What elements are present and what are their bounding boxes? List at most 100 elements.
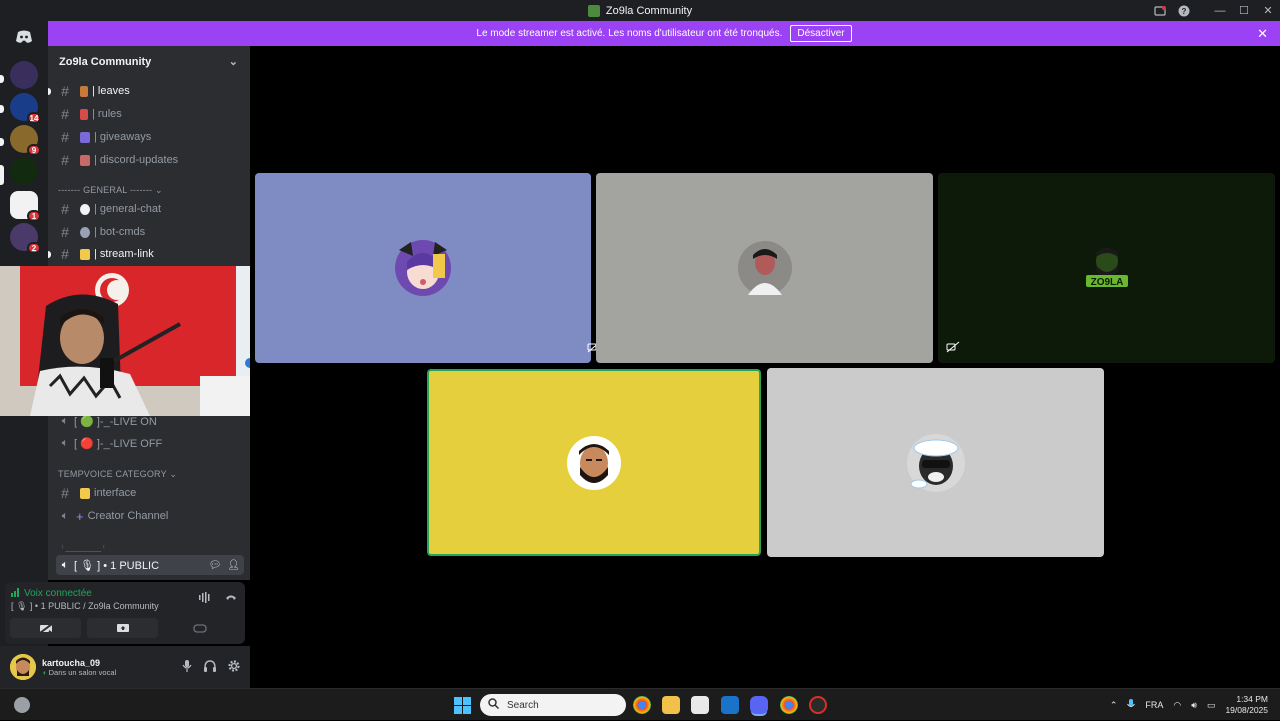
channel-leaves[interactable]: # | leaves bbox=[56, 81, 244, 101]
server-icon-2[interactable]: 14 bbox=[10, 93, 41, 124]
participant-tile-1[interactable] bbox=[255, 173, 601, 363]
channel-label: Creator Channel bbox=[87, 510, 169, 522]
language-indicator[interactable]: FRA bbox=[1145, 700, 1163, 710]
channel-emoji bbox=[80, 131, 90, 143]
participant-avatar: ZO9LA bbox=[1079, 241, 1134, 295]
volume-icon[interactable]: 🔊︎ bbox=[1191, 700, 1197, 711]
server-name: Zo9la Community bbox=[59, 55, 152, 68]
microphone-tray-icon[interactable] bbox=[1127, 698, 1136, 712]
mention-badge: 9 bbox=[27, 144, 41, 156]
category-general[interactable]: ------- GENERAL ------- ⌄ bbox=[58, 185, 163, 196]
channel-label: | leaves bbox=[92, 85, 130, 97]
server-header[interactable]: Zo9la Community ⌄ bbox=[48, 46, 250, 77]
channel-giveaways[interactable]: # | giveaways bbox=[56, 127, 244, 147]
speaker-icon: 🔈︎ bbox=[61, 414, 69, 427]
file-explorer-icon[interactable] bbox=[662, 696, 680, 714]
participant-avatar bbox=[395, 240, 451, 296]
plus-icon: + bbox=[76, 508, 84, 524]
channel-label: | discord-updates bbox=[94, 154, 179, 166]
voice-channel-path[interactable]: [ 🎙 ] • 1 PUBLIC / Zo9la Community bbox=[11, 601, 159, 612]
participant-tile-3[interactable]: ZO9LA bbox=[938, 173, 1275, 363]
deactivate-button[interactable]: Désactiver bbox=[790, 25, 852, 42]
chevron-up-icon[interactable]: ⌃ bbox=[1110, 700, 1118, 711]
mention-badge: 1 bbox=[27, 210, 41, 222]
chrome-icon[interactable] bbox=[633, 696, 651, 714]
server-icon-zo9la[interactable] bbox=[10, 157, 38, 185]
voice-connection-panel: Voix connectée [ 🎙 ] • 1 PUBLIC / Zo9la … bbox=[5, 582, 245, 644]
camera-off-button[interactable] bbox=[10, 618, 81, 638]
gear-icon[interactable] bbox=[228, 659, 240, 675]
channel-divider: ᵎ ________ ᵎ bbox=[62, 542, 105, 552]
discord-icon[interactable] bbox=[9, 26, 39, 48]
channel-general-chat[interactable]: # | general-chat bbox=[56, 199, 244, 219]
activity-button[interactable] bbox=[164, 618, 235, 638]
channel-rules[interactable]: # | rules bbox=[56, 104, 244, 124]
channel-bot-cmds[interactable]: # | bot-cmds bbox=[56, 222, 244, 242]
disconnect-icon[interactable] bbox=[225, 592, 237, 606]
server-icon-1[interactable] bbox=[10, 61, 38, 89]
chrome-profile-icon[interactable] bbox=[780, 696, 798, 714]
voice-status: Voix connectée bbox=[11, 587, 92, 600]
channel-label: | stream-link bbox=[94, 248, 154, 260]
server-icon-3[interactable]: 9 bbox=[10, 125, 41, 156]
video-off-icon bbox=[946, 341, 962, 355]
battery-icon[interactable]: ▭ bbox=[1207, 700, 1216, 711]
sparkles-icon bbox=[80, 248, 90, 260]
server-small-icon bbox=[587, 4, 600, 17]
channel-interface[interactable]: # interface bbox=[56, 483, 244, 503]
wifi-icon[interactable]: ◠ bbox=[1173, 700, 1181, 711]
unread-indicator bbox=[48, 88, 51, 95]
minimize-button[interactable]: — bbox=[1208, 0, 1232, 21]
headphones-icon[interactable] bbox=[204, 659, 216, 675]
chat-icon[interactable]: 💬︎ bbox=[209, 560, 222, 571]
voice-channel-live-off[interactable]: 🔈︎ [ 🔴 ]-_-LIVE OFF bbox=[56, 433, 244, 453]
screen-share-button[interactable] bbox=[87, 618, 158, 638]
maximize-button[interactable]: ☐ bbox=[1232, 0, 1256, 21]
close-icon[interactable]: ✕ bbox=[1257, 26, 1268, 42]
windows-start-icon[interactable] bbox=[454, 697, 471, 714]
chevron-down-icon[interactable]: ⌄ bbox=[229, 55, 238, 68]
channel-label: | rules bbox=[92, 108, 122, 120]
widgets-icon[interactable] bbox=[14, 697, 30, 713]
participant-tile-2[interactable] bbox=[596, 173, 933, 363]
svg-text:?: ? bbox=[1182, 7, 1187, 16]
sparkles-icon bbox=[80, 487, 90, 499]
clock[interactable]: 1:34 PM 19/08/2025 bbox=[1225, 694, 1268, 716]
channel-discord-updates[interactable]: # | discord-updates bbox=[56, 150, 244, 170]
participant-tile-4-speaking[interactable] bbox=[427, 369, 761, 556]
discord-taskbar-icon[interactable] bbox=[750, 696, 768, 714]
taskbar-search-input[interactable]: Search bbox=[480, 694, 626, 716]
inbox-icon[interactable] bbox=[1148, 0, 1172, 21]
hash-icon: # bbox=[61, 129, 69, 145]
hash-icon: # bbox=[61, 106, 69, 122]
clock-date: 19/08/2025 bbox=[1225, 705, 1268, 715]
channel-stream-link[interactable]: # | stream-link bbox=[56, 244, 244, 264]
speaker-icon: 🔈︎ bbox=[61, 509, 69, 522]
screen-share-icon bbox=[116, 623, 129, 632]
banner-text: Le mode streamer est activé. Les noms d'… bbox=[476, 28, 783, 39]
store-icon[interactable] bbox=[691, 696, 709, 714]
speaker-icon: 🔈︎ bbox=[61, 436, 69, 449]
camera-off-icon bbox=[38, 622, 53, 634]
channel-label: | giveaways bbox=[94, 131, 152, 143]
speech-bubble-icon bbox=[80, 203, 90, 215]
channel-emoji bbox=[80, 108, 88, 120]
category-tempvoice[interactable]: TEMPVOICE CATEGORY ⌄ bbox=[58, 469, 177, 480]
voice-status-label: Voix connectée bbox=[24, 588, 92, 599]
channel-label: | general-chat bbox=[94, 203, 162, 215]
voice-channel-public[interactable]: 🔈︎ [ 🎙 ] • 1 PUBLIC 💬︎ 👤︎ bbox=[56, 555, 244, 575]
outlook-icon[interactable] bbox=[721, 696, 739, 714]
app-icon-red[interactable] bbox=[809, 696, 827, 714]
server-icon-fam[interactable]: 1 bbox=[10, 191, 41, 222]
window-title-text: Zo9la Community bbox=[605, 4, 693, 17]
avatar[interactable] bbox=[10, 654, 36, 680]
participant-tile-5[interactable] bbox=[767, 368, 1104, 557]
close-window-button[interactable]: ✕ bbox=[1256, 0, 1280, 21]
server-icon-5[interactable]: 2 bbox=[10, 223, 41, 254]
help-icon[interactable]: ? bbox=[1172, 0, 1196, 21]
microphone-icon[interactable] bbox=[182, 659, 192, 675]
noise-suppression-icon[interactable] bbox=[199, 592, 211, 606]
username: kartoucha_09 bbox=[42, 657, 101, 668]
add-user-icon[interactable]: 👤︎ bbox=[227, 560, 240, 571]
voice-channel-creator[interactable]: 🔈︎ + Creator Channel bbox=[56, 506, 244, 526]
